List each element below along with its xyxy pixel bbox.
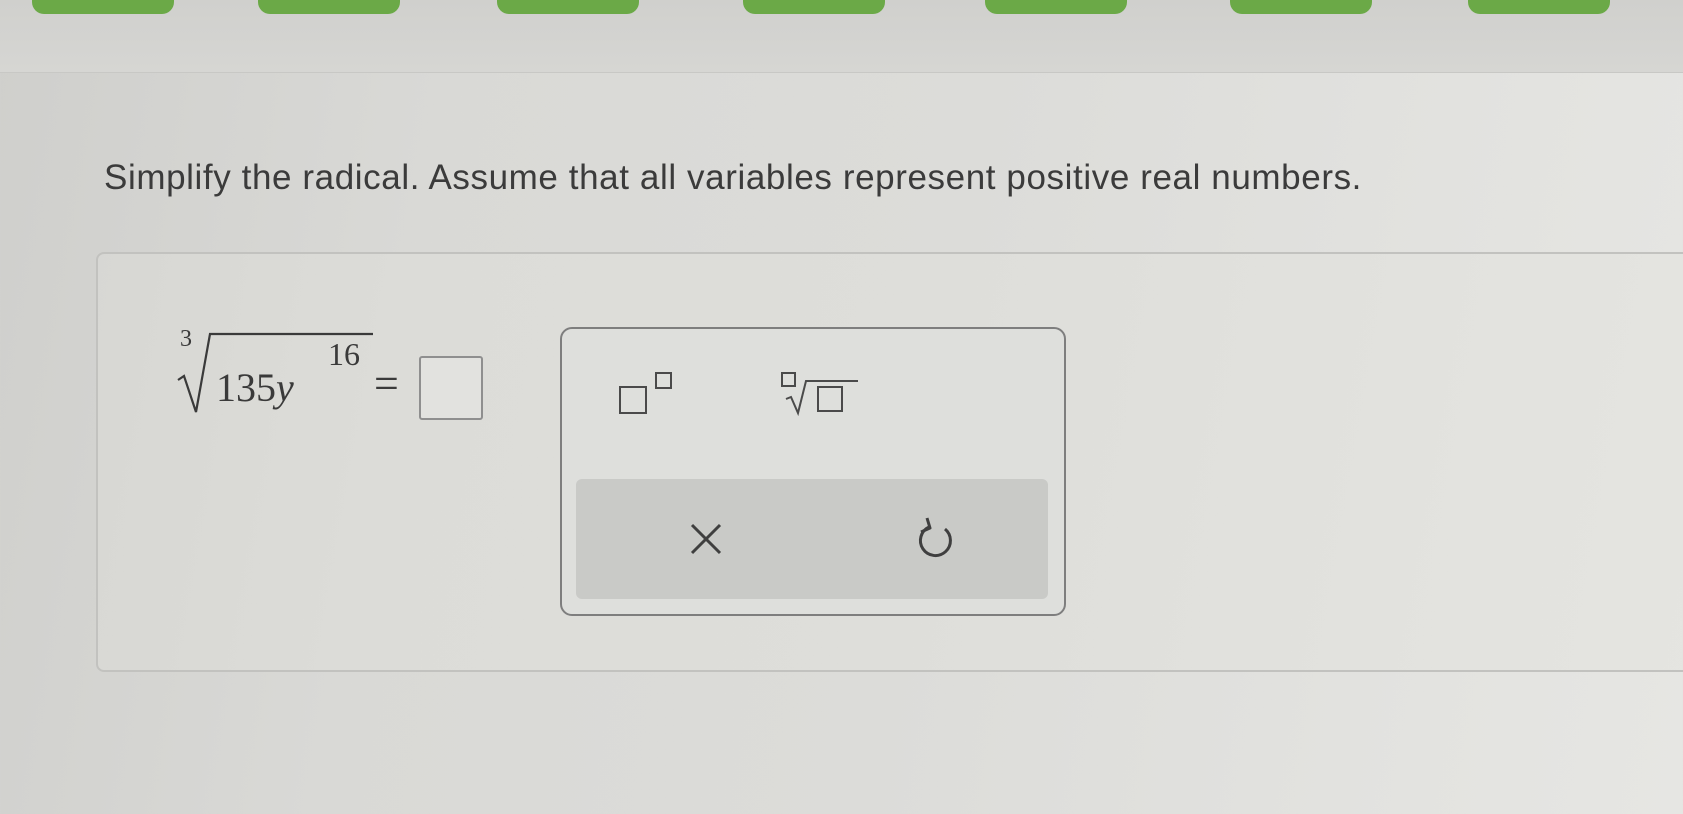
nav-tab[interactable] xyxy=(497,0,639,14)
nav-tab[interactable] xyxy=(1230,0,1372,14)
clear-button[interactable] xyxy=(666,503,746,573)
radicand-exponent: 16 xyxy=(328,336,360,372)
superscript-template-icon xyxy=(619,372,672,414)
nav-tab[interactable] xyxy=(258,0,400,14)
top-toolbar xyxy=(0,0,1683,73)
radicand-coefficient: 135 xyxy=(216,365,276,410)
nav-tab[interactable] xyxy=(985,0,1127,14)
undo-button[interactable] xyxy=(896,503,976,573)
nth-root-template-icon xyxy=(781,372,858,417)
nth-root-button[interactable] xyxy=(772,365,862,419)
math-keypad xyxy=(560,327,1066,616)
radicand-variable: y xyxy=(276,365,294,410)
question-prompt: Simplify the radical. Assume that all va… xyxy=(104,158,1362,197)
answer-input[interactable] xyxy=(419,356,483,420)
nav-tab[interactable] xyxy=(32,0,174,14)
exponent-button[interactable] xyxy=(612,365,692,419)
close-icon xyxy=(690,523,722,555)
undo-icon xyxy=(918,517,952,557)
equals-sign: = xyxy=(374,359,399,408)
nav-tab[interactable] xyxy=(1468,0,1610,14)
keypad-action-bar xyxy=(576,479,1048,599)
nav-tab[interactable] xyxy=(743,0,885,14)
radicand: 135y xyxy=(216,364,294,411)
